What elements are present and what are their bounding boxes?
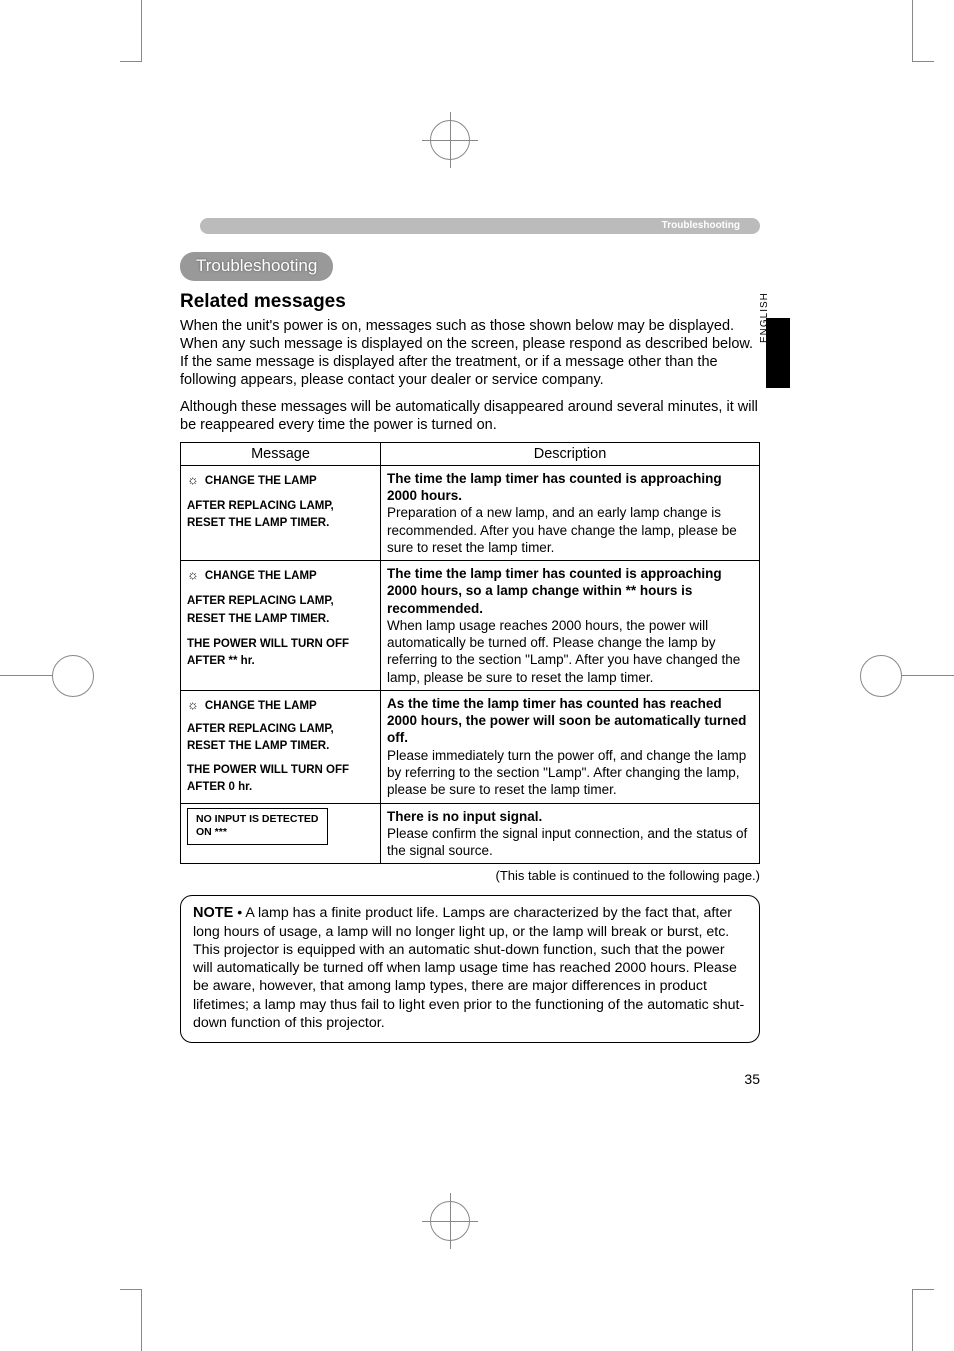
print-mark: [430, 1201, 470, 1241]
msg-line: AFTER REPLACING LAMP, RESET THE LAMP TIM…: [187, 593, 374, 628]
msg-line: CHANGE THE LAMP: [205, 570, 317, 582]
message-cell: ☼ CHANGE THE LAMP AFTER REPLACING LAMP, R…: [181, 561, 381, 691]
page-root: Troubleshooting ENGLISH Troubleshooting …: [0, 0, 954, 1351]
messages-table: Message Description ☼ CHANGE THE LAMP AFT…: [180, 442, 760, 865]
desc-text: Please immediately turn the power off, a…: [387, 748, 746, 798]
note-box: NOTE • A lamp has a finite product life.…: [180, 895, 760, 1043]
msg-line: ON ***: [196, 826, 227, 838]
desc-bold: As the time the lamp timer has counted h…: [387, 696, 746, 746]
msg-line: CHANGE THE LAMP: [205, 475, 317, 487]
table-row: ☼ CHANGE THE LAMP AFTER REPLACING LAMP, R…: [181, 690, 760, 803]
intro-paragraph-2: Although these messages will be automati…: [180, 398, 760, 434]
msg-line: NO INPUT IS DETECTED: [196, 813, 319, 825]
sun-icon: ☼: [187, 697, 199, 712]
intro-paragraph-1: When the unit's power is on, messages su…: [180, 317, 760, 390]
description-cell: As the time the lamp timer has counted h…: [381, 690, 760, 803]
desc-bold: There is no input signal.: [387, 809, 542, 824]
table-continued-note: (This table is continued to the followin…: [180, 868, 760, 883]
description-cell: There is no input signal. Please confirm…: [381, 803, 760, 864]
table-row: ☼ CHANGE THE LAMP AFTER REPLACING LAMP, R…: [181, 465, 760, 560]
desc-bold: The time the lamp timer has counted is a…: [387, 471, 722, 503]
message-cell: ☼ CHANGE THE LAMP AFTER REPLACING LAMP, R…: [181, 690, 381, 803]
content-area: Troubleshooting ENGLISH Troubleshooting …: [180, 228, 760, 1043]
language-tab-text: ENGLISH: [759, 331, 770, 343]
print-mark: [874, 655, 954, 695]
description-cell: The time the lamp timer has counted is a…: [381, 465, 760, 560]
print-mark: [912, 0, 934, 62]
description-cell: The time the lamp timer has counted is a…: [381, 561, 760, 691]
desc-text: Preparation of a new lamp, and an early …: [387, 505, 737, 555]
print-mark: [120, 1289, 142, 1351]
table-row: ☼ CHANGE THE LAMP AFTER REPLACING LAMP, R…: [181, 561, 760, 691]
sun-icon: ☼: [187, 472, 199, 487]
message-cell: ☼ CHANGE THE LAMP AFTER REPLACING LAMP, R…: [181, 465, 381, 560]
breadcrumb-bar: Troubleshooting: [200, 218, 760, 234]
msg-line: CHANGE THE LAMP: [205, 700, 317, 712]
msg-line: THE POWER WILL TURN OFF AFTER 0 hr.: [187, 762, 374, 797]
note-text: • A lamp has a finite product life. Lamp…: [193, 905, 744, 1030]
message-cell: NO INPUT IS DETECTED ON ***: [181, 803, 381, 864]
note-label: NOTE: [193, 905, 233, 921]
print-mark: [120, 0, 142, 62]
msg-line: AFTER REPLACING LAMP, RESET THE LAMP TIM…: [187, 721, 374, 756]
section-heading: Related messages: [180, 291, 760, 313]
print-mark: [0, 655, 80, 695]
table-header-description: Description: [381, 442, 760, 465]
sun-icon: ☼: [187, 567, 199, 582]
desc-bold: The time the lamp timer has counted is a…: [387, 566, 722, 616]
msg-line: AFTER REPLACING LAMP, RESET THE LAMP TIM…: [187, 498, 374, 533]
desc-text: When lamp usage reaches 2000 hours, the …: [387, 618, 740, 685]
desc-text: Please confirm the signal input connecti…: [387, 826, 747, 858]
msg-line: THE POWER WILL TURN OFF AFTER ** hr.: [187, 636, 374, 671]
print-mark: [912, 1289, 934, 1351]
boxed-message: NO INPUT IS DETECTED ON ***: [187, 808, 328, 845]
breadcrumb-label: Troubleshooting: [652, 218, 750, 234]
table-header-message: Message: [181, 442, 381, 465]
print-mark: [430, 120, 470, 160]
table-row: NO INPUT IS DETECTED ON *** There is no …: [181, 803, 760, 864]
page-number: 35: [744, 1071, 760, 1087]
section-pill: Troubleshooting: [180, 252, 333, 281]
